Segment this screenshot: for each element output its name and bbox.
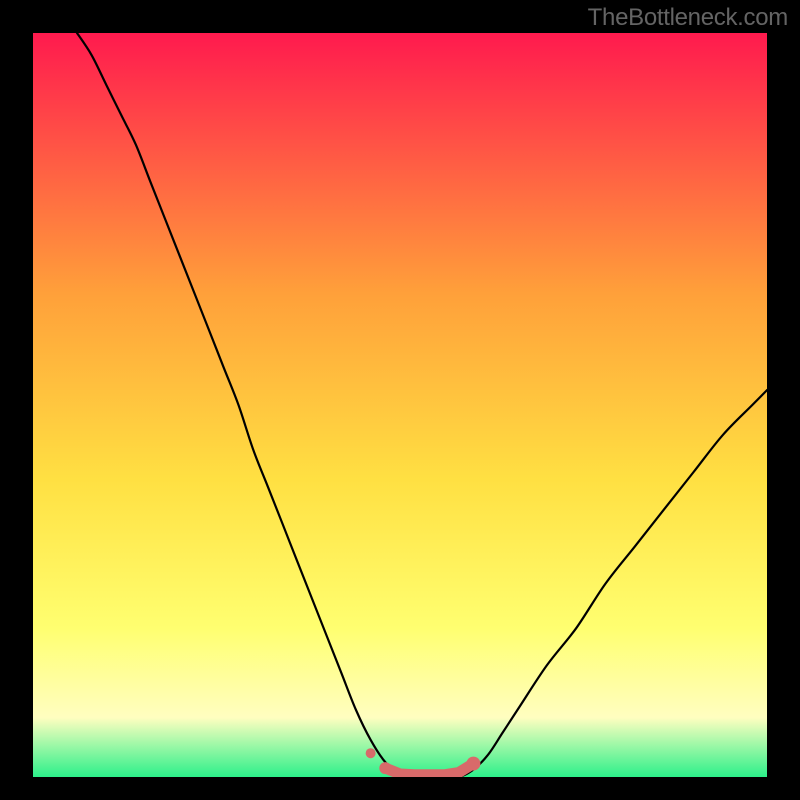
optimal-marker-dot	[466, 757, 480, 771]
watermark-text: TheBottleneck.com	[588, 4, 788, 32]
chart-container: TheBottleneck.com	[0, 0, 800, 800]
gradient-background	[33, 33, 767, 777]
optimal-marker-dot	[379, 762, 391, 774]
optimal-marker-lone-dot	[366, 748, 376, 758]
plot-svg	[33, 33, 767, 777]
plot-area	[33, 33, 767, 777]
